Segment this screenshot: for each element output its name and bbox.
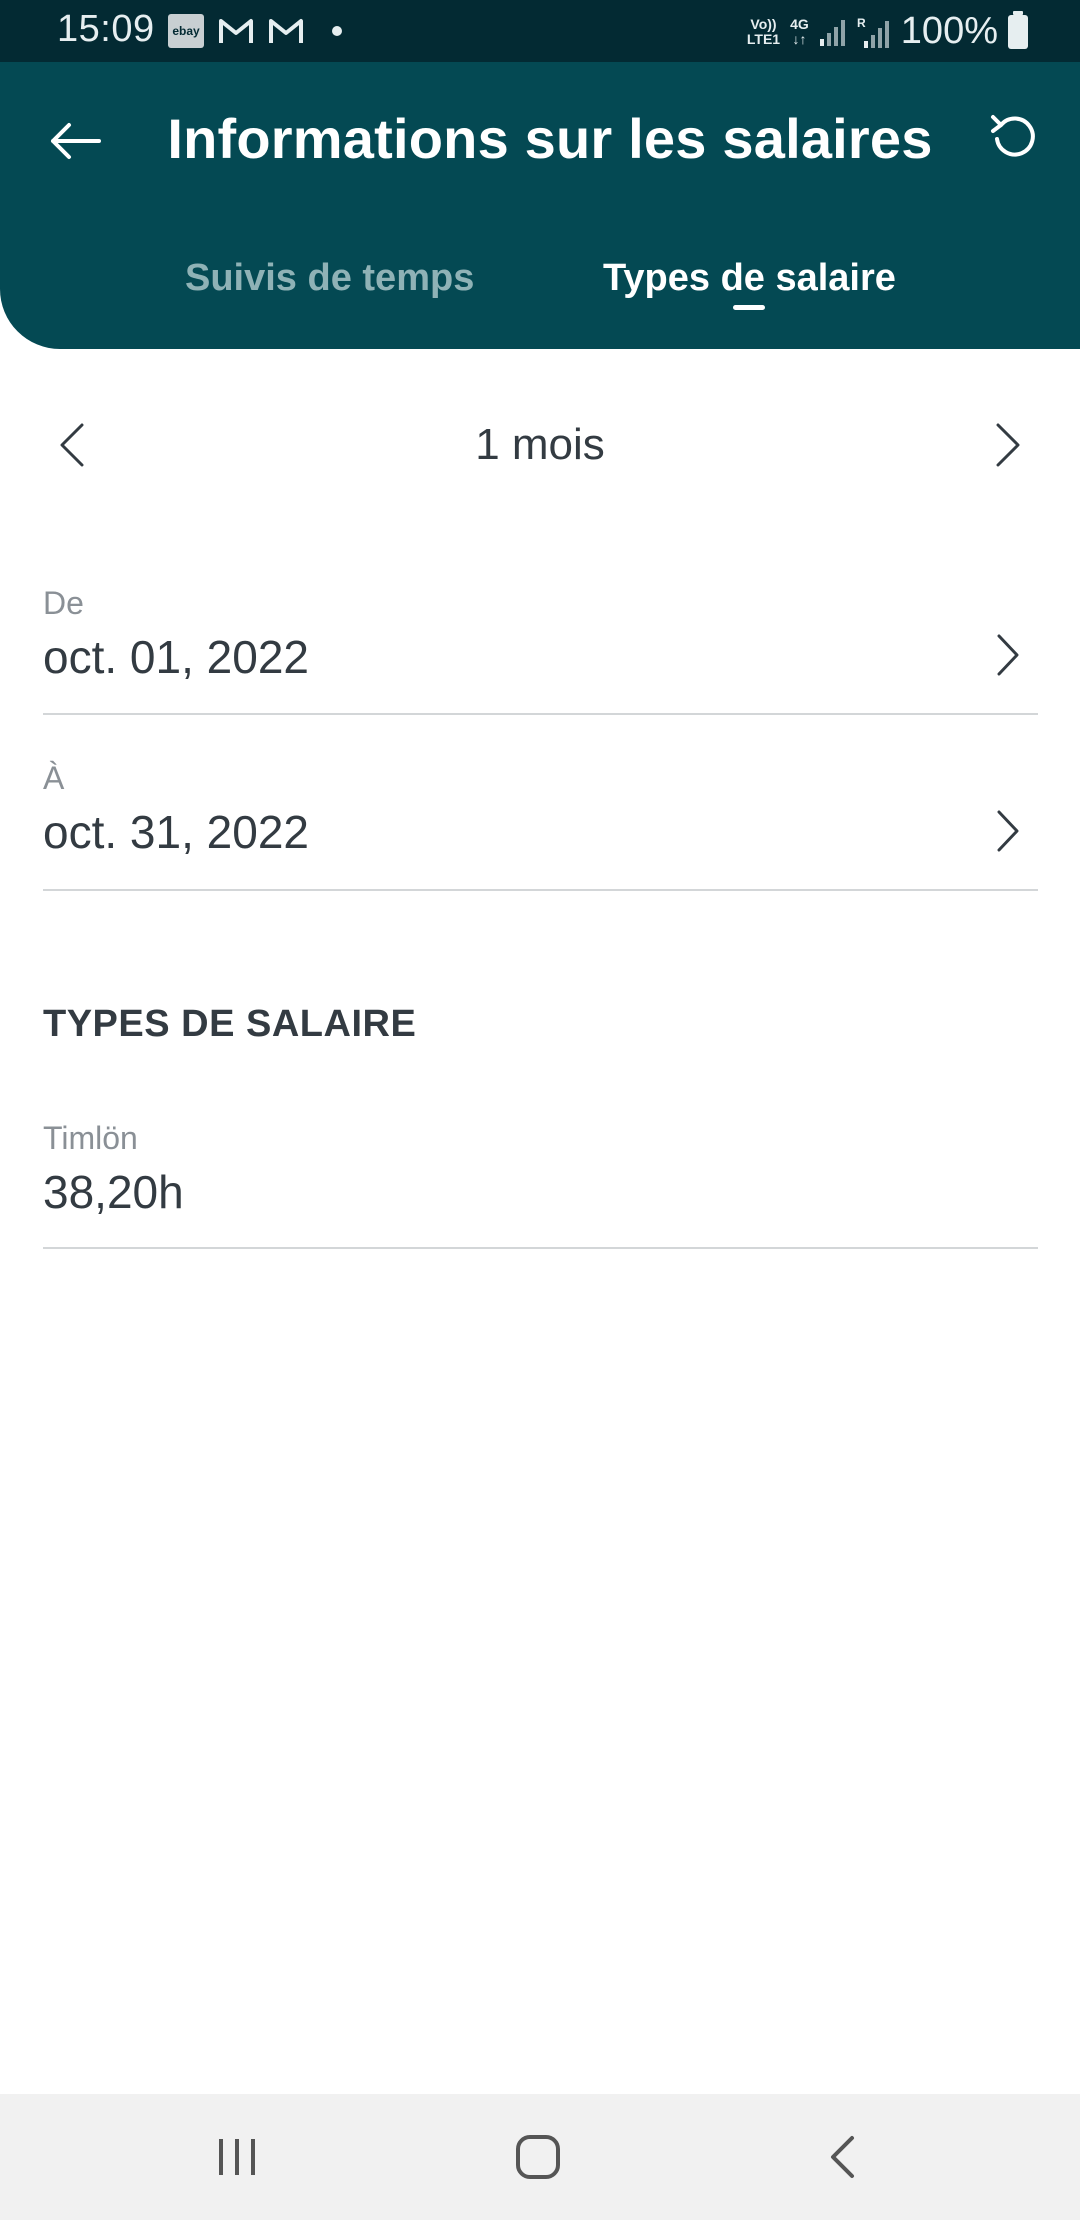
battery-percent: 100% — [900, 10, 998, 52]
chevron-right-icon — [988, 801, 1028, 861]
recent-apps-button[interactable] — [197, 2122, 277, 2192]
refresh-icon — [991, 115, 1035, 157]
date-from-label: De — [43, 585, 84, 621]
system-icons: Vo)) LTE1 4G ↓↑ R 100% — [747, 10, 1028, 53]
period-label: 1 mois — [475, 420, 605, 469]
system-navigation-bar — [0, 2094, 1080, 2220]
recent-apps-icon — [219, 2139, 255, 2175]
network-4g-icon: 4G ↓↑ — [790, 15, 809, 47]
chevron-right-icon — [996, 423, 1020, 467]
battery-icon — [1008, 10, 1028, 49]
signal-roaming-icon: R — [857, 15, 891, 49]
home-icon — [516, 2135, 560, 2179]
tab-time-tracking[interactable]: Suivis de temps — [185, 257, 474, 300]
back-chevron-icon — [831, 2136, 854, 2178]
date-to-field[interactable]: À oct. 31, 2022 — [43, 760, 1038, 891]
ebay-notification-icon: ebay — [168, 14, 204, 48]
gmail-icon — [218, 16, 254, 46]
tab-wage-types[interactable]: Types de salaire — [603, 257, 896, 300]
home-button[interactable] — [498, 2122, 578, 2192]
svg-text:R: R — [857, 16, 866, 30]
active-tab-indicator — [733, 305, 765, 310]
back-button[interactable] — [40, 106, 110, 176]
more-notifications-dot-icon — [332, 26, 342, 36]
notification-icons: ebay — [168, 14, 342, 48]
wage-type-hours: 38,20h — [43, 1166, 184, 1218]
status-bar: 15:09 ebay Vo)) LTE1 4G ↓↑ R 100% — [0, 0, 1080, 62]
section-title: TYPES DE SALAIRE — [43, 1003, 417, 1045]
wage-type-item: Timlön 38,20h — [43, 1120, 1038, 1249]
signal-icon — [819, 17, 847, 47]
period-selector: 1 mois — [0, 400, 1080, 490]
date-from-field[interactable]: De oct. 01, 2022 — [43, 585, 1038, 715]
date-to-value: oct. 31, 2022 — [43, 806, 309, 858]
volte-icon: Vo)) LTE1 — [746, 15, 781, 47]
chevron-right-icon — [988, 625, 1028, 685]
system-back-button[interactable] — [802, 2122, 882, 2192]
date-to-label: À — [43, 760, 65, 796]
date-from-value: oct. 01, 2022 — [43, 631, 309, 683]
status-time: 15:09 — [57, 8, 155, 50]
wage-type-name: Timlön — [43, 1120, 138, 1156]
page-title: Informations sur les salaires — [167, 107, 933, 170]
refresh-button[interactable] — [980, 102, 1050, 172]
app-bar: Informations sur les salaires Suivis de … — [0, 62, 1080, 349]
next-period-button[interactable] — [978, 410, 1038, 480]
gmail-icon — [268, 16, 304, 46]
arrow-left-icon — [51, 123, 101, 159]
